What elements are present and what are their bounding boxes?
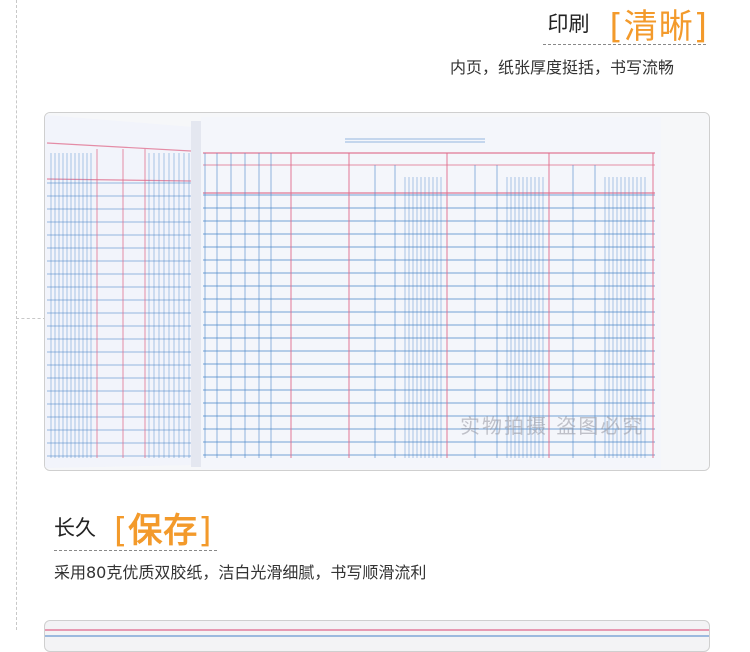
section1-heading: 印刷 [清晰] [547,2,708,47]
ledger-photo: 实物拍摄 盗图必究 [44,112,710,471]
watermark-text: 实物拍摄 盗图必究 [460,414,645,438]
highlight-text: 保存 [128,510,199,551]
section2-divider [54,550,217,551]
left-dashed-tick [16,318,46,319]
left-dashed-guide [16,0,17,630]
section1-title-small: 印刷 [547,12,590,36]
highlight-text: 清晰 [623,6,694,47]
photo-stripe [45,635,709,637]
section1-divider [543,44,706,45]
photo-stripe [45,629,709,631]
section1-title-highlight: [清晰] [609,0,708,48]
section2-heading: 长久 [保存] [54,503,213,552]
bracket-open: [ [609,6,624,47]
section2-subtitle: 采用80克优质双胶纸，洁白光滑细腻，书写顺滑流利 [54,563,427,582]
bracket-close: ] [198,510,213,551]
section1-subtitle: 内页，纸张厚度挺括，书写流畅 [449,58,674,77]
section2-title-highlight: [保存] [114,503,213,552]
section2-title-small: 长久 [54,516,96,540]
second-photo [44,620,710,652]
bracket-open: [ [114,510,129,551]
bracket-close: ] [693,6,708,47]
